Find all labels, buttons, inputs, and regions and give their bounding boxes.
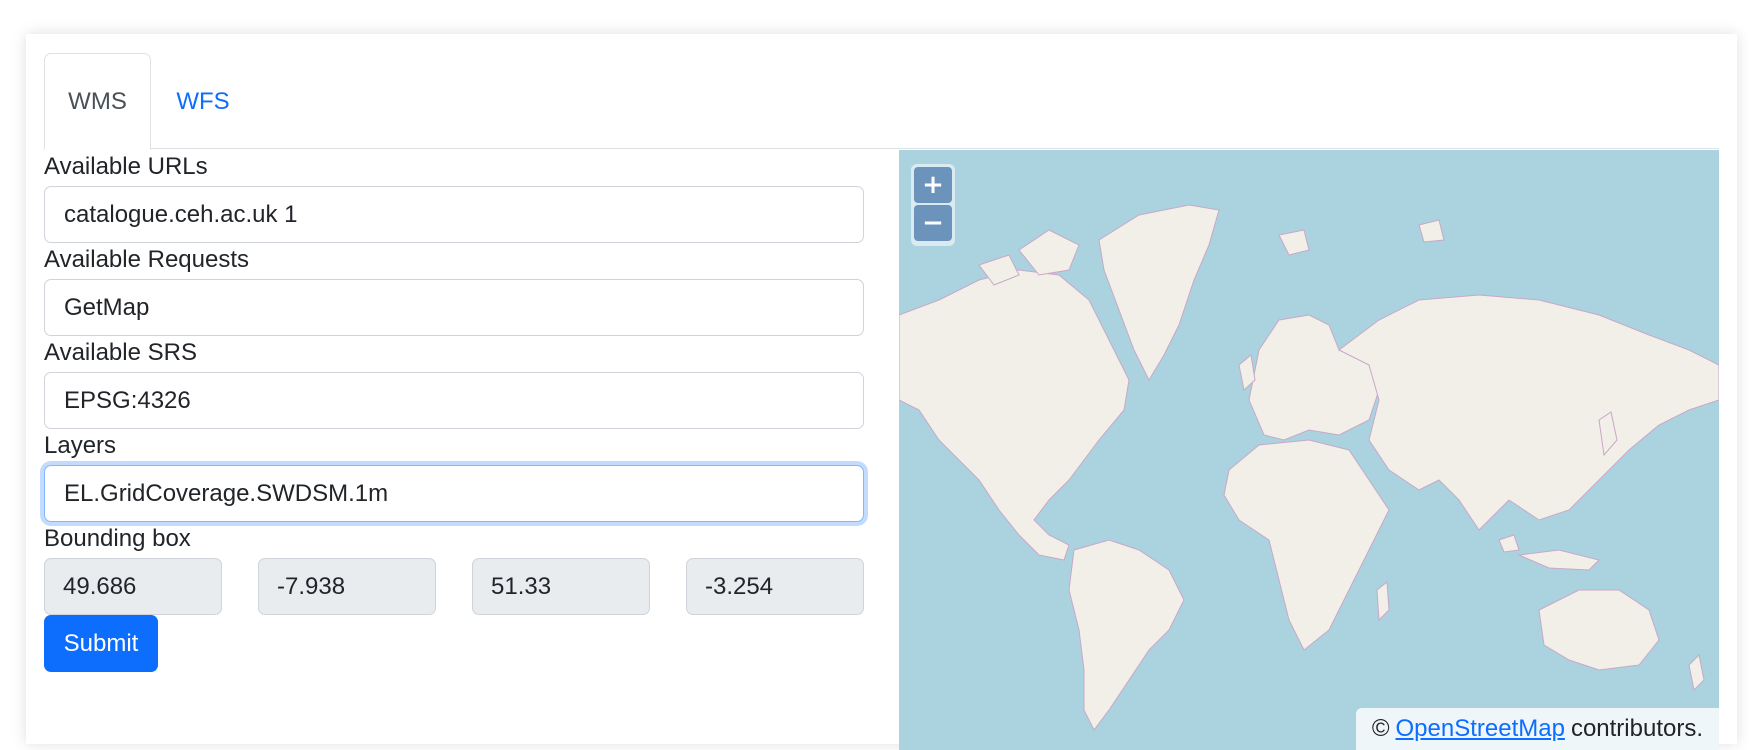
requests-label: Available Requests	[44, 246, 250, 273]
north-america	[899, 269, 1130, 561]
bbox-label: Bounding box	[44, 525, 191, 552]
asia	[1338, 294, 1719, 531]
indonesia	[1498, 534, 1600, 571]
bbox-min-lon-input[interactable]	[258, 558, 436, 615]
wms-wfs-panel: WMS WFS Available URLs Available Request…	[26, 34, 1737, 750]
openstreetmap-link[interactable]: OpenStreetMap	[1396, 715, 1565, 743]
map-attribution: © OpenStreetMap contributors.	[1355, 708, 1719, 750]
bbox-min-lat-input[interactable]	[44, 558, 222, 615]
urls-select[interactable]	[44, 186, 864, 243]
south-america	[1068, 539, 1185, 731]
requests-select[interactable]	[44, 279, 864, 336]
tab-wfs[interactable]: WFS	[151, 53, 255, 150]
world-map	[899, 204, 1719, 731]
zoom-control: + −	[911, 164, 955, 246]
srs-select[interactable]	[44, 372, 864, 429]
tab-wms[interactable]: WMS	[44, 53, 151, 150]
bbox-max-lat-input[interactable]	[472, 558, 650, 615]
service-tabs: WMS WFS	[44, 53, 1719, 150]
copyright-symbol: ©	[1371, 715, 1390, 742]
new-zealand	[1688, 653, 1705, 692]
greenland	[1098, 204, 1220, 382]
madagascar	[1376, 581, 1390, 622]
australia	[1538, 589, 1660, 671]
europe	[1248, 314, 1380, 441]
urls-label: Available URLs	[44, 153, 208, 180]
bbox-max-lon-input[interactable]	[686, 558, 864, 615]
layers-label: Layers	[44, 432, 117, 459]
zoom-out-button[interactable]: −	[914, 205, 952, 241]
attribution-suffix: contributors.	[1570, 715, 1703, 742]
zoom-in-button[interactable]: +	[914, 167, 952, 203]
srs-label: Available SRS	[44, 339, 197, 366]
layers-input[interactable]	[44, 465, 864, 522]
map-view[interactable]: + − © OpenStreetMap contributors.	[899, 150, 1719, 750]
submit-button[interactable]: Submit	[44, 615, 158, 672]
svalbard	[1278, 219, 1445, 256]
africa	[1223, 439, 1390, 651]
